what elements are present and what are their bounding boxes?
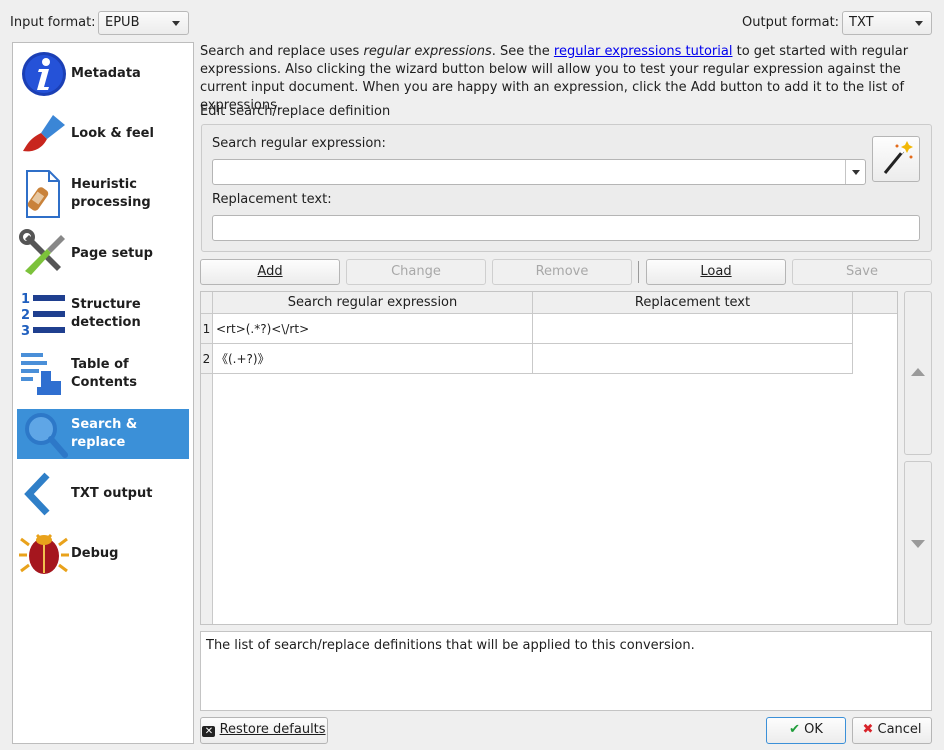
output-format-text: Output format:	[742, 15, 840, 30]
sidebar-item-text: Structure detection	[71, 297, 141, 330]
sidebar-item-label: Look & feel	[71, 126, 154, 141]
output-format-label: Output format:	[742, 15, 839, 30]
document-bandage-icon	[17, 169, 71, 219]
sidebar: Metadata Look & feel Heuristic processin…	[12, 42, 194, 744]
sidebar-item-structure[interactable]: 123 Structure detection	[17, 289, 189, 339]
svg-text:2: 2	[21, 308, 30, 323]
row-number: 2	[201, 344, 213, 374]
button-divider	[638, 261, 639, 283]
header-filler	[853, 292, 897, 314]
info-icon	[17, 49, 71, 99]
description-part: Search and replace uses	[200, 44, 364, 59]
sidebar-item-look-feel[interactable]: Look & feel	[17, 109, 189, 159]
chevron-down-icon	[172, 21, 180, 26]
move-up-button[interactable]	[904, 291, 932, 455]
table-cell-search[interactable]: <rt>(.*?)<\/rt>	[213, 314, 533, 344]
chevron-down-icon	[852, 170, 860, 175]
sidebar-item-label: Debug	[71, 546, 119, 561]
search-regex-combo[interactable]	[212, 159, 866, 185]
sidebar-item-page-setup[interactable]: Page setup	[17, 229, 189, 279]
load-button-label: Load	[700, 264, 732, 279]
paintbrush-icon	[17, 109, 71, 159]
table-cell-replacement[interactable]	[533, 314, 853, 344]
help-text: The list of search/replace definitions t…	[206, 638, 695, 653]
add-button-label: Add	[257, 264, 283, 279]
add-button[interactable]: Add	[200, 259, 340, 285]
bug-icon	[17, 529, 71, 579]
magic-wand-icon	[883, 141, 913, 174]
sidebar-item-label: TXT output	[71, 486, 153, 501]
ok-button[interactable]: ✔ OK	[766, 717, 846, 744]
sidebar-item-heuristic[interactable]: Heuristic processing	[17, 169, 189, 219]
sidebar-item-label: Table of Contents	[71, 356, 161, 392]
load-button[interactable]: Load	[646, 259, 786, 285]
regex-tutorial-link[interactable]: regular expressions tutorial	[554, 44, 733, 59]
restore-defaults-button[interactable]: ✕ Restore defaults	[200, 717, 328, 744]
search-regex-label: Search regular expression:	[212, 136, 386, 151]
ok-label: OK	[804, 722, 823, 737]
chevron-left-icon	[17, 469, 71, 519]
sidebar-item-label: Heuristic processing	[71, 176, 181, 212]
input-format-label: Input format:	[10, 15, 96, 30]
table-corner	[201, 292, 213, 314]
move-down-button[interactable]	[904, 461, 932, 625]
sidebar-item-search-replace[interactable]: Search & replace	[17, 409, 189, 459]
sidebar-item-debug[interactable]: Debug	[17, 529, 189, 579]
toc-pointer-icon	[17, 349, 71, 399]
sidebar-item-label: Page setup	[71, 246, 153, 261]
output-format-value: TXT	[849, 15, 874, 30]
table-cell-search[interactable]: 《(.+?)》	[213, 344, 533, 374]
regex-wizard-button[interactable]	[872, 136, 920, 182]
save-button-label: Save	[846, 264, 878, 279]
search-regex-label-text: Search regular expression:	[212, 136, 386, 151]
svg-text:3: 3	[21, 324, 30, 339]
column-header-search[interactable]: Search regular expression	[213, 292, 533, 314]
sidebar-item-text: Heuristic processing	[71, 177, 151, 210]
sidebar-item-text: Search & replace	[71, 417, 138, 450]
replacement-label: Replacement text:	[212, 192, 332, 207]
restore-icon: ✕	[202, 726, 216, 737]
remove-button[interactable]: Remove	[492, 259, 632, 285]
restore-defaults-label: Restore defaults	[219, 722, 326, 737]
replacement-input[interactable]	[212, 215, 920, 241]
sidebar-item-label: Structure detection	[71, 296, 161, 332]
sidebar-item-label: Metadata	[71, 66, 141, 81]
input-format-select[interactable]: EPUB	[98, 11, 189, 35]
cancel-button[interactable]: ✖ Cancel	[852, 717, 932, 744]
sidebar-item-label: Search & replace	[71, 416, 151, 452]
column-header-replacement[interactable]: Replacement text	[533, 292, 853, 314]
wrench-screwdriver-icon	[17, 229, 71, 279]
checkmark-icon: ✔	[789, 722, 800, 737]
edit-section-title: Edit search/replace definition	[200, 104, 391, 119]
magnifier-icon	[17, 409, 71, 459]
output-format-select[interactable]: TXT	[842, 11, 932, 35]
input-format-text: Input format:	[10, 15, 96, 30]
input-format-value: EPUB	[105, 15, 140, 30]
triangle-up-icon	[911, 368, 925, 376]
table-cell-replacement[interactable]	[533, 344, 853, 374]
sidebar-item-text: Table of Contents	[71, 357, 137, 390]
change-button[interactable]: Change	[346, 259, 486, 285]
replacement-label-text: Replacement text:	[212, 192, 332, 207]
cancel-x-icon: ✖	[862, 722, 874, 737]
description-italic: regular expressions	[363, 44, 492, 59]
cancel-label: Cancel	[877, 722, 922, 737]
chevron-down-icon	[915, 21, 923, 26]
svg-text:1: 1	[21, 292, 30, 307]
sidebar-item-toc[interactable]: Table of Contents	[17, 349, 189, 399]
help-box: The list of search/replace definitions t…	[200, 631, 932, 711]
sidebar-item-metadata[interactable]: Metadata	[17, 49, 189, 99]
remove-button-label: Remove	[535, 264, 589, 279]
numbered-list-icon: 123	[17, 289, 71, 339]
expressions-table: Search regular expression Replacement te…	[200, 291, 898, 625]
row-number: 1	[201, 314, 213, 344]
description-part: . See the	[491, 44, 554, 59]
save-button[interactable]: Save	[792, 259, 932, 285]
sidebar-item-txt-output[interactable]: TXT output	[17, 469, 189, 519]
triangle-down-icon	[911, 540, 925, 548]
search-regex-dropdown-button[interactable]	[845, 160, 865, 184]
change-button-label: Change	[391, 264, 441, 279]
